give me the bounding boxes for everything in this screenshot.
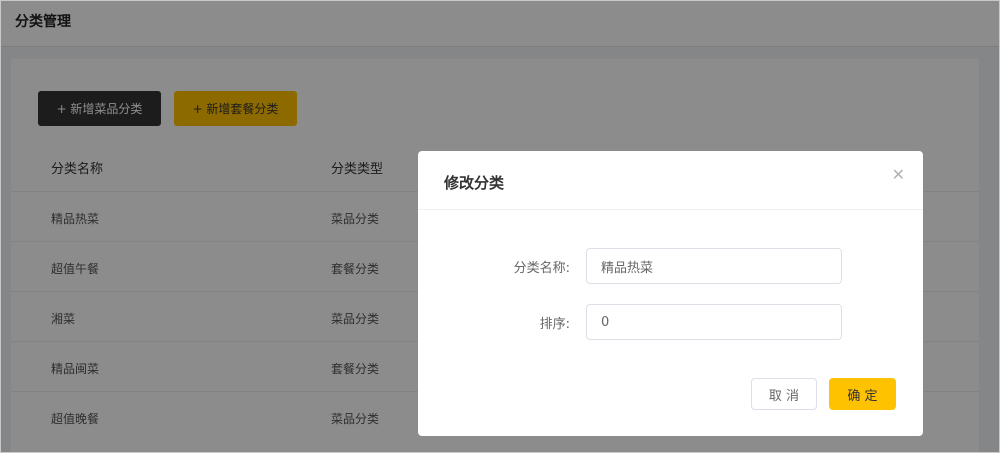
category-name-label: 分类名称:	[513, 261, 570, 276]
sort-label: 排序:	[539, 317, 570, 332]
edit-category-dialog: 修改分类 ✕ 分类名称: 排序: 取 消 确 定	[418, 151, 923, 436]
confirm-button[interactable]: 确 定	[829, 378, 896, 410]
close-icon[interactable]: ✕	[892, 167, 905, 183]
app-window: 分类管理 + 新增菜品分类 + 新增套餐分类 分类名称 分类类型 精品热菜 菜品…	[0, 0, 1000, 453]
cancel-button[interactable]: 取 消	[751, 378, 817, 410]
sort-input[interactable]	[586, 304, 842, 340]
category-name-input[interactable]	[586, 248, 842, 284]
dialog-divider	[418, 209, 923, 210]
dialog-title: 修改分类	[444, 174, 505, 192]
